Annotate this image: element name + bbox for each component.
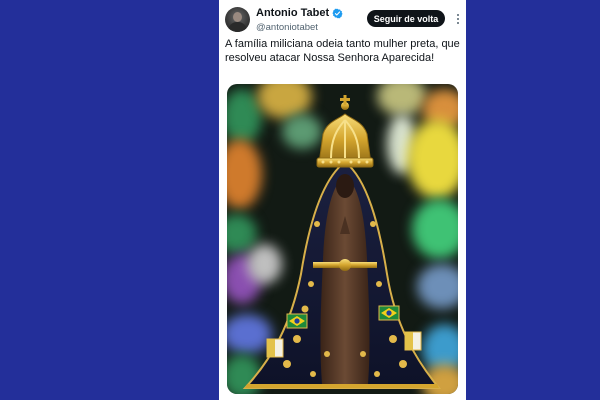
tweet-text: A família miliciana odeia tanto mulher p… [225, 38, 460, 64]
papal-flag-icon [266, 338, 284, 358]
verified-badge-icon [332, 8, 343, 18]
brazil-flag-icon [378, 305, 400, 321]
statue-image [242, 95, 442, 389]
more-options-icon[interactable] [453, 12, 463, 26]
papal-flag-icon [404, 331, 422, 351]
author-name-row[interactable]: Antonio Tabet [256, 7, 343, 19]
avatar[interactable] [225, 7, 250, 32]
author-handle[interactable]: @antoniotabet [256, 22, 318, 33]
crown-icon [316, 95, 374, 168]
tweet-image[interactable] [227, 84, 458, 394]
avatar-shoulders [228, 22, 247, 32]
tweet-header: Antonio Tabet @antoniotabet Seguir de vo… [225, 6, 459, 34]
tweet-card[interactable]: Antonio Tabet @antoniotabet Seguir de vo… [219, 0, 466, 400]
follow-back-button[interactable]: Seguir de volta [367, 10, 445, 27]
brazil-flag-icon [286, 313, 308, 329]
author-name[interactable]: Antonio Tabet [256, 7, 329, 19]
avatar-head [233, 12, 242, 22]
